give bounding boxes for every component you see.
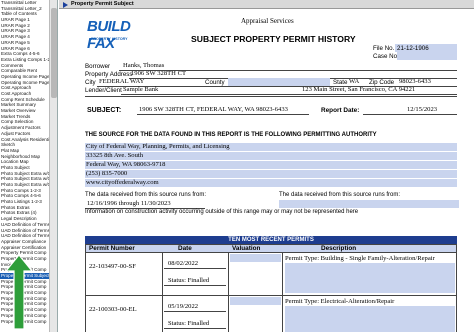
col-date: Date — [178, 245, 192, 252]
subject-underline — [137, 114, 309, 115]
description-field[interactable] — [285, 263, 455, 293]
document-area: BUILD FAX PROPERTY HISTORY Appraisal Ser… — [59, 10, 474, 332]
permit-description: Permit Type: Electrical-Alteration/Repai… — [285, 298, 395, 305]
zip-label: Zip Code — [369, 79, 395, 86]
up-arrow-icon — [4, 255, 34, 329]
table-row: 22-100303-00-EL 05/19/2022 Status: Final… — [85, 296, 457, 332]
lender-underline — [121, 94, 457, 95]
logo-word: BUILD FAX — [87, 18, 131, 52]
county-label: County — [205, 79, 225, 86]
report-date-value: 12/15/2023 — [407, 106, 438, 113]
case-no-label: Case No. — [373, 53, 399, 60]
report-title: SUBJECT PROPERTY PERMIT HISTORY — [191, 34, 356, 44]
data-received-right-field[interactable] — [279, 200, 459, 208]
permit-status: Status: Finalled — [168, 277, 210, 284]
lender-value: Sample Bank — [123, 86, 159, 93]
status-underline — [164, 285, 226, 286]
row-divider — [162, 253, 163, 295]
permits-column-header: Permit Number Date Valuation Description — [85, 244, 457, 253]
sidebar: Transmittal Letter Transmittal Letter_2 Ta… — [0, 0, 58, 332]
header-divider — [85, 96, 457, 97]
data-received-left-label: The data received from this source runs … — [85, 192, 207, 198]
row-divider — [282, 253, 283, 295]
permit-number: 22-100303-00-EL — [89, 306, 137, 313]
data-received-right-label: The data received from this source runs … — [279, 192, 401, 198]
permits-table-heading-bar: TEN MOST RECENT PERMITS — [85, 236, 457, 244]
lender-address-value: 123 Main Street, San Francisco, CA 94221 — [302, 86, 416, 93]
authority-line-5: www.cityoffederalway.com — [86, 179, 159, 186]
city-value: FEDERAL WAY — [99, 78, 145, 85]
authority-line-2: 33325 8th Ave. South — [86, 152, 144, 159]
permit-status: Status: Finalled — [168, 320, 210, 327]
state-value: WA — [349, 78, 360, 85]
collapse-triangle-icon[interactable] — [63, 2, 68, 8]
col-description: Description — [321, 245, 357, 252]
authority-line-4: (253) 835-7000 — [86, 170, 128, 177]
report-date-label: Report Date: — [321, 107, 360, 114]
zip-value: 98023-6433 — [399, 78, 431, 85]
property-address-label: Property Address — [85, 71, 133, 78]
state-label: State — [333, 79, 348, 86]
logo-tagline: PROPERTY HISTORY — [91, 37, 128, 41]
buildfax-logo: BUILD FAX PROPERTY HISTORY — [85, 18, 131, 52]
row-divider — [228, 296, 229, 332]
date-underline — [164, 311, 226, 312]
valuation-field[interactable] — [230, 297, 281, 305]
scrollbar-thumb[interactable] — [51, 8, 57, 98]
permit-date: 05/19/2022 — [168, 303, 199, 310]
authority-line-3: Federal Way, WA 98063-9718 — [86, 161, 166, 168]
table-row: 22-103497-00-SF 08/02/2022 Status: Final… — [85, 253, 457, 296]
lender-label: Lender/Client — [85, 87, 122, 94]
city-label: City — [85, 79, 96, 86]
sidebar-scrollbar[interactable] — [49, 0, 57, 332]
subject-label: SUBJECT: — [87, 107, 122, 114]
permit-number: 22-103497-00-SF — [89, 263, 136, 270]
file-no-label: File No. — [373, 45, 395, 52]
status-underline — [164, 328, 226, 329]
authority-line-1: City of Federal Way, Planning, Permits, … — [86, 143, 230, 150]
permits-table-heading: TEN MOST RECENT PERMITS — [228, 237, 314, 243]
authority-line-4-field[interactable] — [85, 170, 457, 178]
col-permit-number: Permit Number — [89, 245, 135, 252]
case-no-field[interactable] — [397, 52, 457, 60]
row-divider — [162, 296, 163, 332]
col-valuation: Valuation — [232, 245, 261, 252]
county-field[interactable] — [228, 78, 330, 86]
description-field[interactable] — [285, 306, 455, 332]
borrower-value: Hanks, Thomas — [123, 62, 165, 69]
subject-value: 1906 SW 328TH CT, FEDERAL WAY, WA 98023-… — [139, 106, 288, 113]
report-date-underline — [363, 114, 457, 115]
company-name: Appraisal Services — [241, 17, 294, 25]
data-received-range: 12/16/1996 through 11/30/2023 — [87, 200, 171, 207]
borrower-label: Borrower — [85, 63, 111, 70]
file-no-value: 21-12-1906 — [397, 45, 429, 52]
report-page: BUILD FAX PROPERTY HISTORY Appraisal Ser… — [81, 14, 473, 332]
section-header-bar: Property Permit Subject — [59, 0, 474, 9]
date-underline — [164, 268, 226, 269]
info-note: Information on construction activity occ… — [85, 209, 359, 215]
source-heading: THE SOURCE FOR THE DATA FOUND IN THIS RE… — [85, 132, 377, 138]
valuation-field[interactable] — [230, 254, 281, 262]
row-divider — [282, 296, 283, 332]
row-divider — [228, 253, 229, 295]
permit-description: Permit Type: Building - Single Family-Al… — [285, 255, 435, 262]
section-title: Property Permit Subject — [71, 1, 134, 7]
property-address-value: 1906 SW 328TH CT — [131, 70, 187, 77]
permit-date: 08/02/2022 — [168, 260, 199, 267]
